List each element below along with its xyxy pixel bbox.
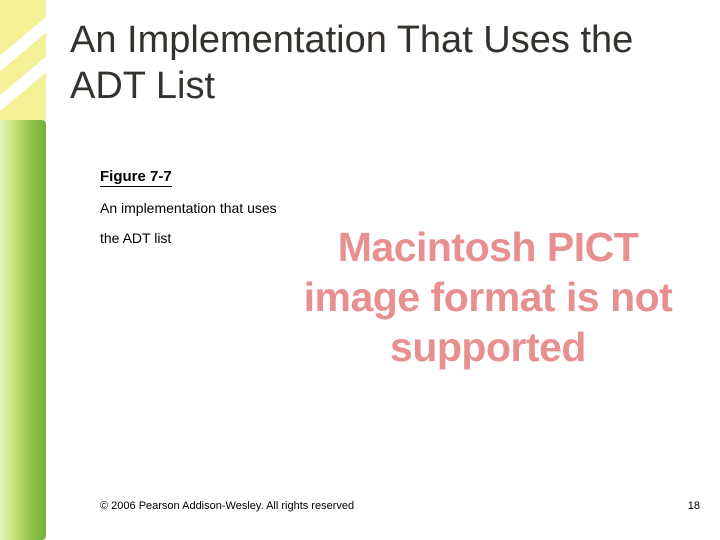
decorative-bottom [0, 120, 46, 540]
image-format-error: Macintosh PICT image format is not suppo… [288, 222, 688, 372]
decorative-top [0, 0, 46, 120]
decorative-sidebar [0, 0, 46, 540]
page-number: 18 [688, 500, 700, 512]
figure-label: Figure 7-7 [100, 168, 172, 187]
figure-caption-line1: An implementation that uses [100, 200, 277, 216]
slide-title: An Implementation That Uses the ADT List [70, 18, 670, 109]
figure-caption-line2: the ADT list [100, 230, 171, 246]
copyright-text: © 2006 Pearson Addison-Wesley. All right… [100, 500, 354, 512]
